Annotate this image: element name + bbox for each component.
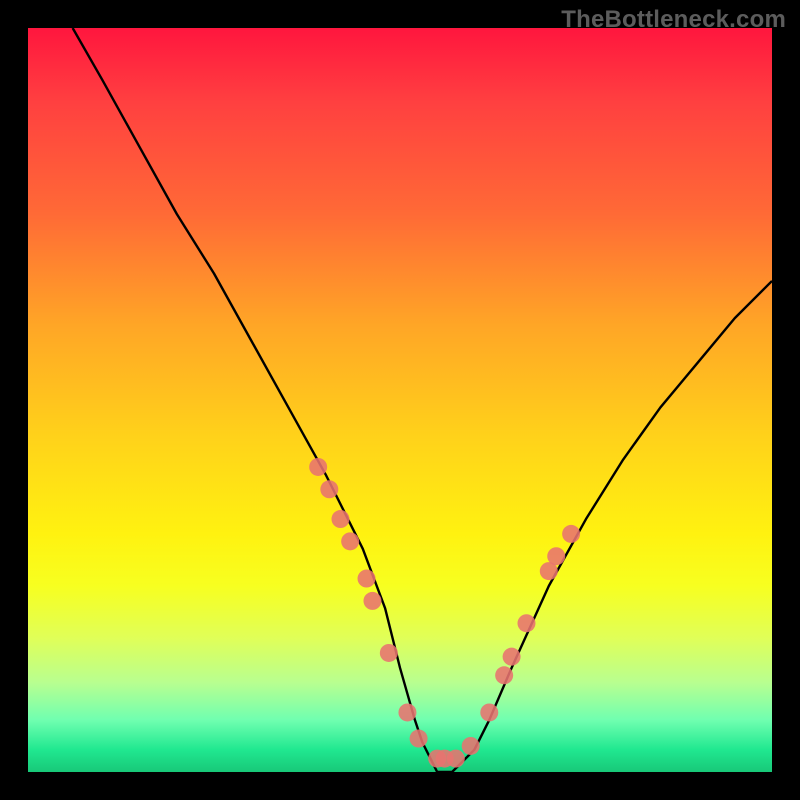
chart-svg: [28, 28, 772, 772]
plot-area: [28, 28, 772, 772]
marker-dot: [517, 614, 535, 632]
marker-beads: [309, 458, 580, 768]
marker-dot: [503, 648, 521, 666]
marker-dot: [447, 750, 465, 768]
marker-dot: [358, 570, 376, 588]
marker-dot: [480, 703, 498, 721]
curve-line: [73, 28, 772, 772]
marker-dot: [547, 547, 565, 565]
chart-frame: TheBottleneck.com: [0, 0, 800, 800]
marker-dot: [309, 458, 327, 476]
marker-dot: [331, 510, 349, 528]
marker-dot: [398, 703, 416, 721]
curve-path: [73, 28, 772, 772]
marker-dot: [462, 737, 480, 755]
marker-dot: [410, 730, 428, 748]
marker-dot: [495, 666, 513, 684]
marker-dot: [363, 592, 381, 610]
marker-dot: [341, 532, 359, 550]
marker-dot: [380, 644, 398, 662]
marker-dot: [320, 480, 338, 498]
marker-dot: [562, 525, 580, 543]
